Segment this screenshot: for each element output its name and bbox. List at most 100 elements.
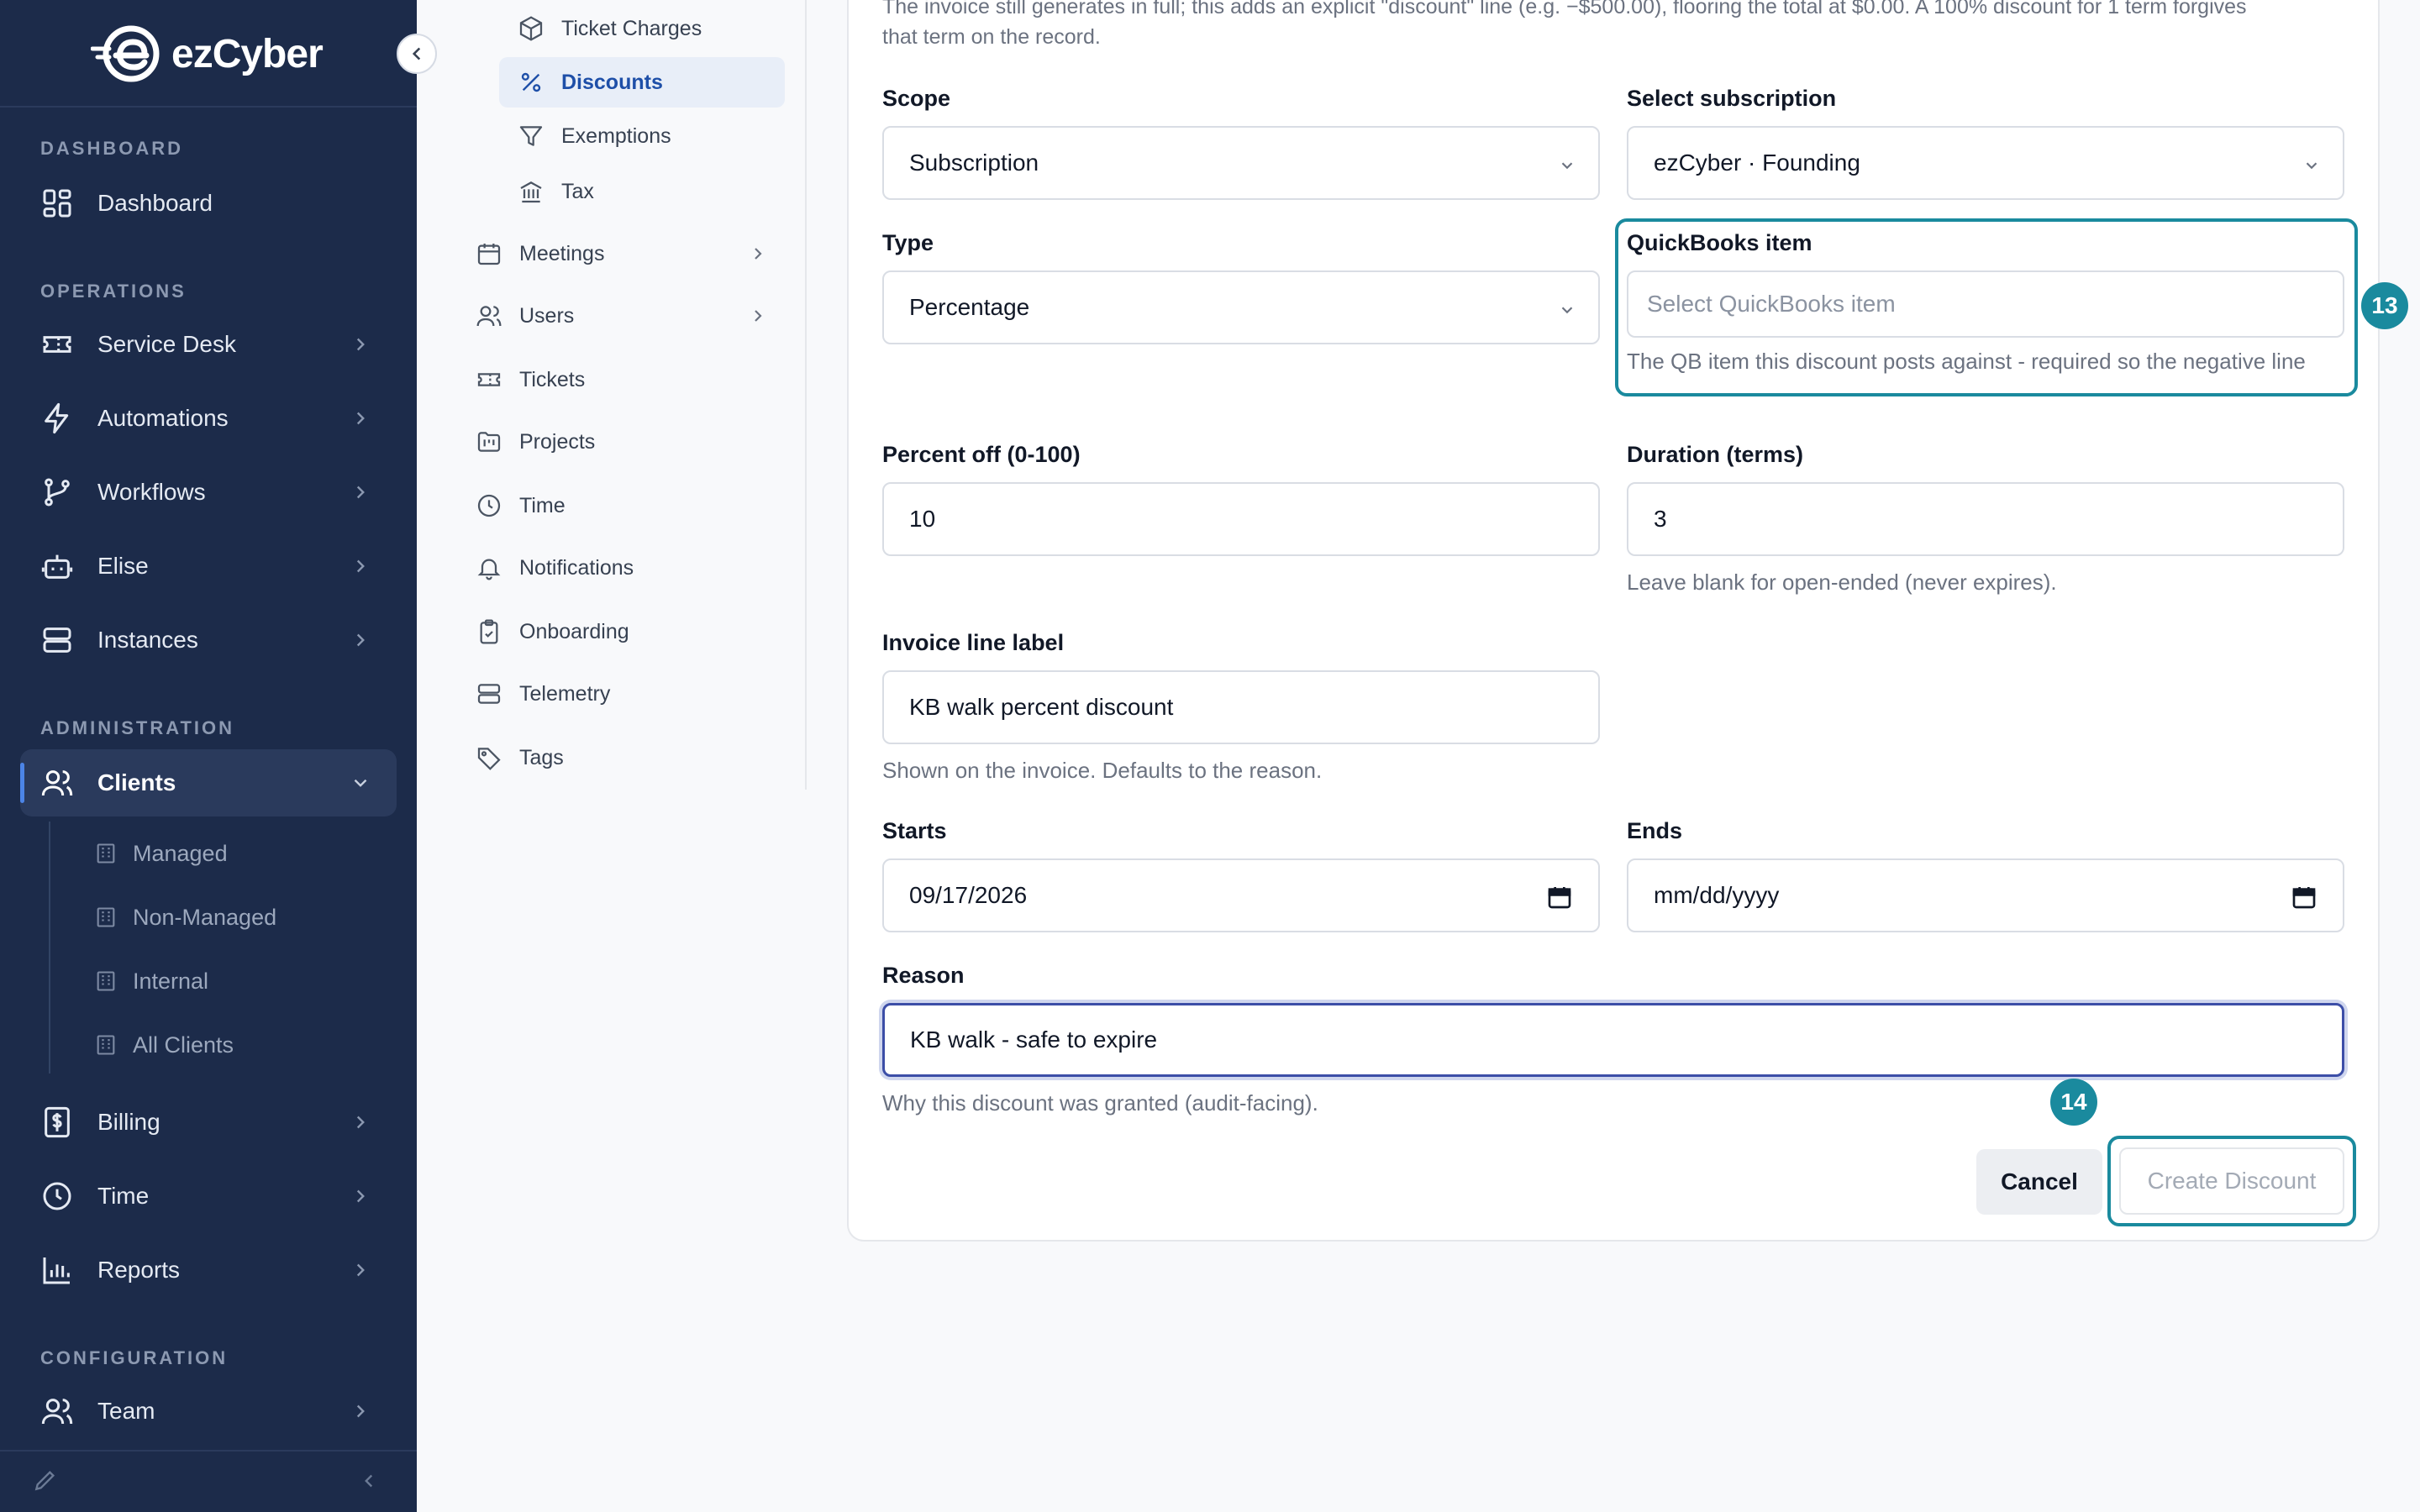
annotation-badge-14: 14: [2050, 1079, 2097, 1126]
annotation-badge-13: 13: [2361, 282, 2408, 329]
nav-item-label: Workflows: [97, 479, 206, 505]
subnav-item-time[interactable]: Time: [459, 480, 785, 531]
users-icon: [476, 306, 502, 327]
chevron-left-icon[interactable]: [358, 1470, 380, 1492]
nav-subitem-label: Managed: [133, 840, 228, 866]
duration-input[interactable]: 3: [1627, 482, 2344, 556]
nav-item-dashboard[interactable]: Dashboard: [20, 170, 397, 237]
subnav-item-tickets[interactable]: Tickets: [459, 354, 785, 405]
nav-item-instances[interactable]: Instances: [20, 606, 397, 674]
sidebar-collapse-button[interactable]: [397, 34, 437, 74]
reason-input[interactable]: KB walk - safe to expire: [882, 1003, 2344, 1077]
nav-item-label: Automations: [97, 405, 229, 431]
create-discount-button[interactable]: Create Discount: [2119, 1147, 2344, 1215]
subnav-item-projects[interactable]: Projects: [459, 417, 785, 467]
building-icon: [97, 971, 115, 991]
subnav-item-label: Tax: [561, 179, 594, 203]
nav-item-reports[interactable]: Reports: [20, 1236, 397, 1304]
ticket-icon: [477, 373, 501, 386]
subnav-item-meetings[interactable]: Meetings: [459, 228, 785, 279]
subnav-item-label: Users: [519, 303, 575, 328]
nav-item-elise[interactable]: Elise: [20, 533, 397, 600]
subnav-item-ticket-charges[interactable]: Ticket Charges: [499, 3, 785, 54]
calendar-icon[interactable]: [1546, 884, 1573, 911]
dollar-receipt-icon: [45, 1106, 70, 1138]
nav-subitem-managed[interactable]: Managed: [94, 833, 228, 874]
percent-off-input[interactable]: 10: [882, 482, 1600, 556]
subscription-select[interactable]: ezCyber · Founding: [1627, 126, 2344, 200]
nav-item-time[interactable]: Time: [20, 1163, 397, 1230]
nav-item-service-desk[interactable]: Service Desk: [20, 311, 397, 378]
type-select[interactable]: Percentage: [882, 270, 1600, 344]
chevron-right-icon: [356, 486, 365, 499]
nav-item-automations[interactable]: Automations: [20, 385, 397, 452]
building-icon: [97, 1035, 115, 1055]
invoice-line-label-input[interactable]: KB walk percent discount: [882, 670, 1600, 744]
nav-subitem-internal[interactable]: Internal: [94, 961, 208, 1001]
subnav-item-tags[interactable]: Tags: [459, 732, 785, 783]
starts-date-input[interactable]: 09/17/2026: [882, 858, 1600, 932]
subnav-item-onboarding[interactable]: Onboarding: [459, 606, 785, 657]
chevron-right-icon: [356, 559, 365, 573]
clock-icon: [477, 494, 501, 517]
nav-item-label: Billing: [97, 1109, 160, 1135]
nav-subitem-all-clients[interactable]: All Clients: [94, 1025, 234, 1065]
subnav-item-label: Projects: [519, 429, 596, 454]
nav-section-administration: ADMINISTRATION: [40, 717, 235, 738]
ends-date-value: mm/dd/yyyy: [1654, 882, 1780, 908]
cancel-button[interactable]: Cancel: [1976, 1149, 2102, 1215]
scope-select[interactable]: Subscription: [882, 126, 1600, 200]
nav-item-team[interactable]: Team: [20, 1378, 397, 1445]
package-icon: [519, 16, 543, 41]
subnav-item-tax[interactable]: Tax: [499, 166, 785, 217]
divider: [0, 1450, 417, 1452]
nav-section-operations: OPERATIONS: [40, 281, 187, 302]
chevron-down-icon: [2306, 162, 2317, 170]
nav-item-label: Dashboard: [97, 190, 213, 216]
calendar-icon[interactable]: [2291, 884, 2317, 911]
subnav-item-label: Tags: [519, 745, 564, 769]
chevron-right-icon: [356, 1189, 365, 1203]
subnav-item-label: Exemptions: [561, 123, 671, 148]
nav-subitem-label: Internal: [133, 968, 209, 994]
lightning-icon: [45, 402, 69, 434]
nav-item-workflows[interactable]: Workflows: [20, 459, 397, 526]
subnav-item-label: Tickets: [519, 367, 586, 391]
invoice-line-label-hint: Shown on the invoice. Defaults to the re…: [882, 758, 1323, 783]
reason-label: Reason: [882, 963, 965, 988]
type-select-value: Percentage: [909, 294, 1030, 320]
reason-value: KB walk - safe to expire: [910, 1026, 1158, 1053]
pencil-icon[interactable]: [32, 1467, 59, 1494]
nav-item-label: Instances: [97, 627, 198, 653]
bar-chart-icon: [43, 1257, 70, 1284]
nav-item-billing[interactable]: Billing: [20, 1089, 397, 1156]
quickbooks-item-select[interactable]: Select QuickBooks item: [1627, 270, 2344, 338]
nav-section-dashboard: DASHBOARD: [40, 138, 183, 159]
nav-item-clients[interactable]: Clients: [20, 749, 397, 816]
type-label: Type: [882, 230, 934, 255]
duration-label: Duration (terms): [1627, 442, 1804, 467]
nav-item-label: Service Desk: [97, 331, 236, 357]
subnav-item-notifications[interactable]: Notifications: [459, 543, 785, 593]
subnav-item-label: Ticket Charges: [561, 16, 702, 40]
subnav-item-users[interactable]: Users: [459, 291, 785, 341]
nav-subitem-non-managed[interactable]: Non-Managed: [94, 897, 276, 937]
nav-item-label: Elise: [97, 553, 149, 579]
subscription-label: Select subscription: [1627, 86, 1837, 111]
duration-value: 3: [1654, 506, 1667, 532]
server-icon: [477, 684, 501, 704]
divider: [805, 0, 807, 790]
subnav-item-telemetry[interactable]: Telemetry: [459, 669, 785, 719]
nav-subitem-label: All Clients: [133, 1032, 234, 1058]
subnav-item-discounts[interactable]: Discounts: [499, 57, 785, 108]
nav-item-label: Clients: [97, 769, 176, 795]
ends-date-input[interactable]: mm/dd/yyyy: [1627, 858, 2344, 932]
app-logo[interactable]: ezCyber: [91, 22, 324, 86]
form-intro-text: The invoice still generates in full; thi…: [882, 0, 2247, 18]
starts-label: Starts: [882, 818, 947, 843]
submenu-guide-line: [49, 822, 50, 1074]
subnav-item-exemptions[interactable]: Exemptions: [499, 111, 785, 161]
calendar-icon: [477, 244, 501, 265]
chevron-right-icon: [356, 1404, 365, 1418]
percent-off-value: 10: [909, 506, 936, 532]
